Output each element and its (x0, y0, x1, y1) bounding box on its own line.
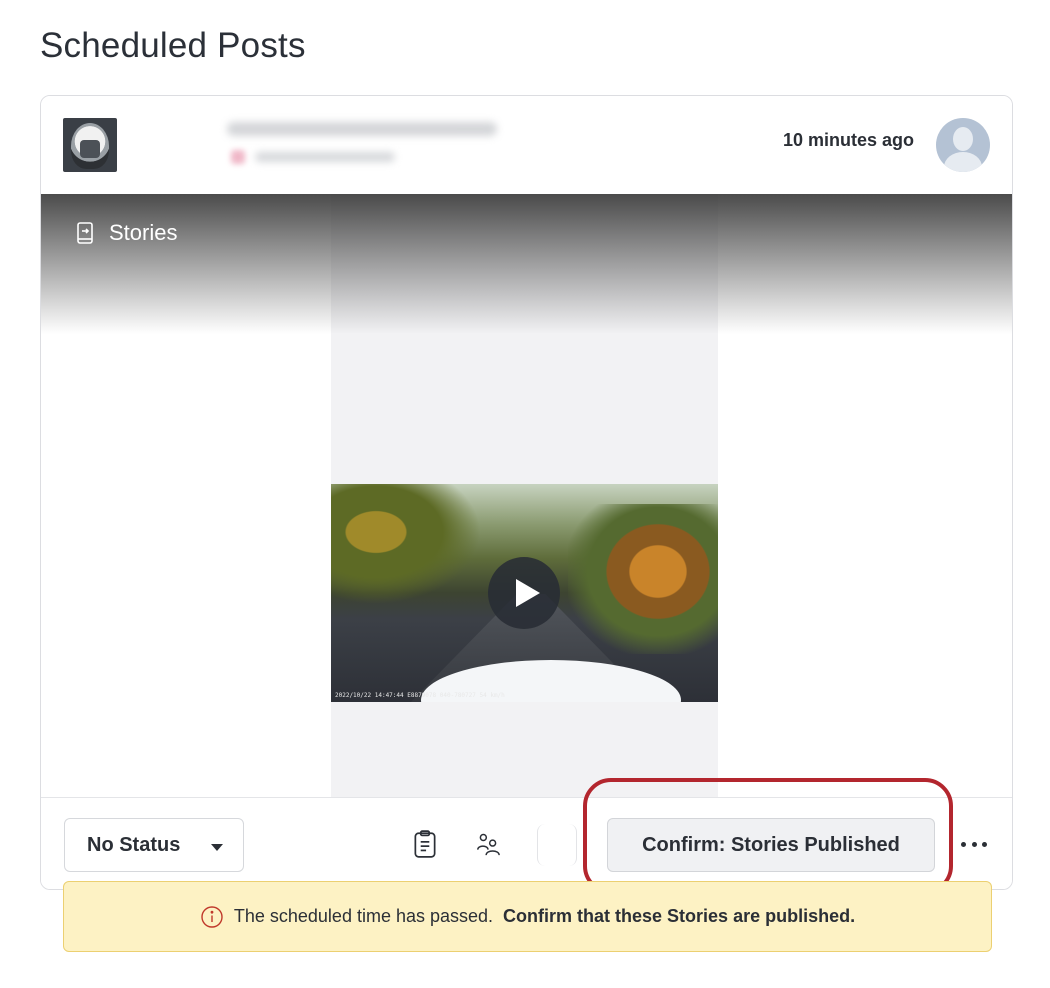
status-value: No Status (87, 833, 181, 856)
page-title: Scheduled Posts (40, 26, 306, 65)
post-footer: No Status Confirm: Stories Published (41, 797, 1012, 889)
media-type-label: Stories (73, 220, 177, 246)
info-icon (201, 905, 223, 928)
post-timestamp: 10 minutes ago (782, 130, 914, 150)
scheduled-post-card: 10 minutes ago Stories 2022/10/22 14:47:… (40, 95, 1013, 890)
team-icon (477, 833, 500, 856)
account-info-redacted (127, 96, 497, 182)
notes-icon (414, 830, 436, 858)
media-header-gradient (41, 194, 1012, 334)
post-media: Stories 2022/10/22 14:47:44 E8879078 040… (41, 194, 1012, 797)
notice-text: The scheduled time has passed. (233, 906, 494, 926)
more-icon (961, 841, 966, 847)
confirm-stories-published-button[interactable]: Confirm: Stories Published (607, 818, 935, 872)
overdue-notice: The scheduled time has passed. Confirm t… (63, 881, 992, 952)
media-type-text: Stories (109, 220, 178, 245)
caret-down-icon (211, 844, 223, 851)
stories-icon (77, 222, 93, 244)
post-header: 10 minutes ago (41, 96, 1012, 194)
team-button[interactable] (473, 828, 503, 860)
toolbar-divider (537, 824, 577, 866)
notice-emphasis: Confirm that these Stories are published… (503, 906, 856, 926)
account-avatar[interactable] (63, 118, 117, 172)
video-overlay-text: 2022/10/22 14:47:44 E8879078 040-780727 … (335, 692, 505, 699)
notes-button[interactable] (410, 828, 440, 860)
video-thumbnail[interactable]: 2022/10/22 14:47:44 E8879078 040-780727 … (331, 484, 718, 702)
status-dropdown[interactable]: No Status (64, 818, 244, 872)
more-options-button[interactable] (959, 828, 989, 860)
play-icon[interactable] (488, 557, 560, 629)
user-avatar[interactable] (936, 118, 990, 172)
